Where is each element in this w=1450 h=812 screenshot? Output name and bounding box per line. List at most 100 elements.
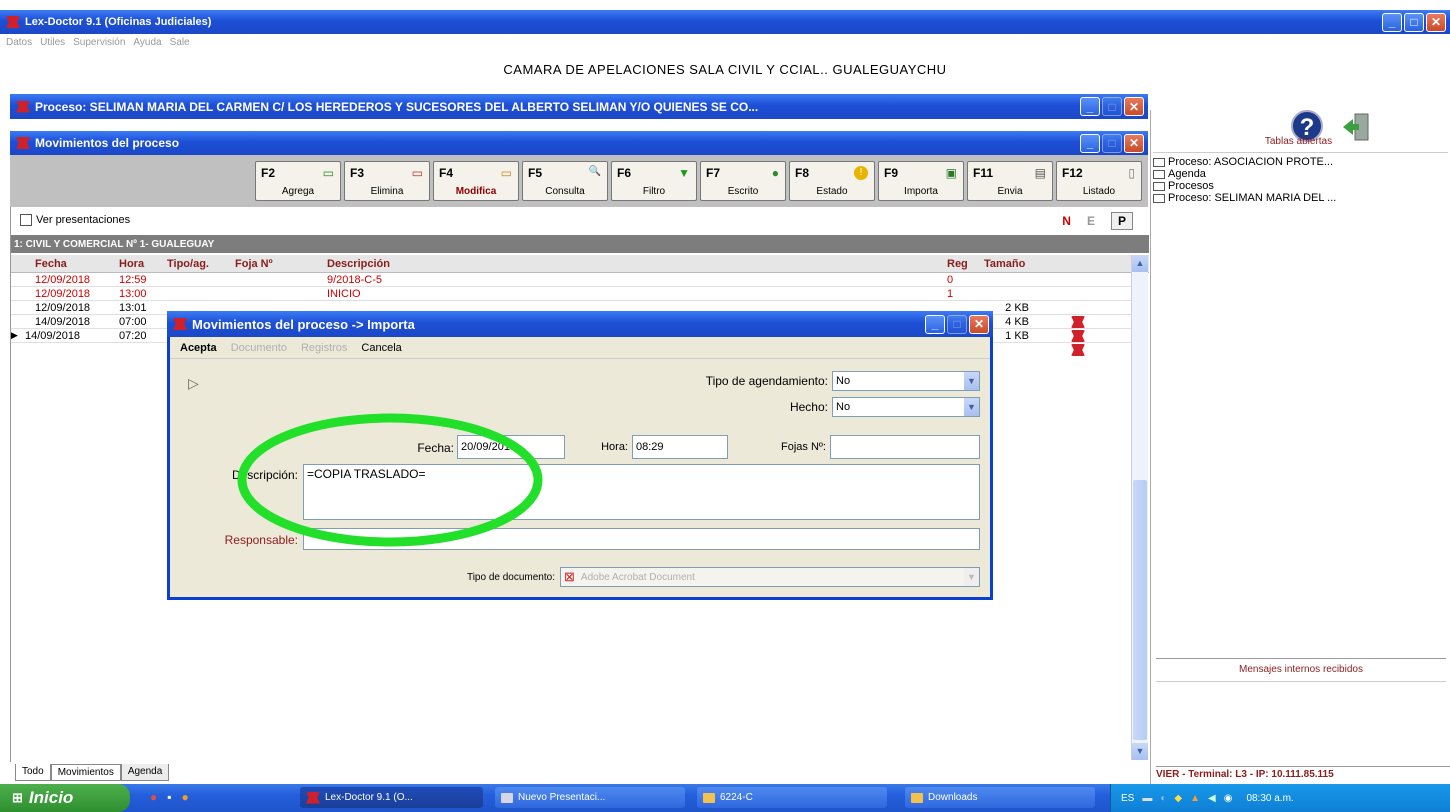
tipo-agendamiento-select[interactable]: No ▼ xyxy=(832,371,980,391)
f3-elimina-button[interactable]: F3 ▭ Elimina xyxy=(344,161,430,201)
f11-envia-button[interactable]: F11 ▤ Envia xyxy=(967,161,1053,201)
col-fecha[interactable]: Fecha xyxy=(21,258,116,270)
tab-todo[interactable]: Todo xyxy=(15,764,51,781)
select-value: No xyxy=(836,401,851,413)
maximize-button[interactable]: □ xyxy=(1404,12,1424,32)
f9-importa-button[interactable]: F9 ▣ Importa xyxy=(878,161,964,201)
col-foja[interactable]: Foja Nº xyxy=(232,258,324,270)
volume-icon[interactable]: ◀ xyxy=(1208,793,1216,804)
f7-escrito-button[interactable]: F7 ● Escrito xyxy=(700,161,786,201)
f2-agrega-button[interactable]: F2 ▭ Agrega xyxy=(255,161,341,201)
cell-fecha: 12/09/2018 xyxy=(35,287,91,300)
tipo-agendamiento-label: Tipo de agendamiento: xyxy=(705,374,828,388)
menu-supervision[interactable]: Supervisión xyxy=(73,37,125,48)
menu-cancela[interactable]: Cancela xyxy=(361,342,401,354)
fkey-caption: Estado xyxy=(816,186,848,197)
clock[interactable]: 08:30 a.m. xyxy=(1246,793,1293,804)
system-tray: ES ▬ ◐ ◆ ▲ ◀ ◉ 08:30 a.m. xyxy=(1110,784,1450,812)
f8-estado-button[interactable]: F8 ! Estado xyxy=(789,161,875,201)
tree-item-agenda[interactable]: Agenda xyxy=(1153,168,1448,180)
col-hora[interactable]: Hora xyxy=(116,258,164,270)
edit-doc-icon: ▭ xyxy=(500,166,512,180)
fkey-label: F6 xyxy=(617,166,632,180)
status-terminal: VIER - Terminal: L3 - IP: 10.111.85.115 xyxy=(1156,766,1450,782)
scroll-up-icon[interactable]: ▲ xyxy=(1132,255,1148,272)
browser-icon[interactable]: ● xyxy=(150,790,157,804)
minimize-button[interactable]: _ xyxy=(1382,12,1402,32)
tab-agenda[interactable]: Agenda xyxy=(120,764,170,781)
attachment-icon[interactable] xyxy=(1071,344,1085,356)
taskbar-item-lex-doctor[interactable]: Lex-Doctor 9.1 (O... xyxy=(300,787,483,808)
desktop-icon[interactable]: ▪ xyxy=(167,790,171,804)
scroll-down-icon[interactable]: ▼ xyxy=(1132,743,1148,760)
taskbar: ⊞ Inicio ● ▪ ● Lex-Doctor 9.1 (O... Nuev… xyxy=(0,784,1450,812)
tree-item-proceso-asociacion[interactable]: Proceso: ASOCIACION PROTE... xyxy=(1153,156,1448,168)
chevron-down-icon[interactable]: ▼ xyxy=(964,568,979,586)
table-row[interactable]: 12/09/2018 12:59 9/2018-C-5 0 xyxy=(11,273,1131,287)
hecho-select[interactable]: No ▼ xyxy=(832,397,980,417)
update-icon[interactable]: ▲ xyxy=(1190,793,1200,804)
close-button[interactable]: ✕ xyxy=(1426,12,1446,32)
taskbar-item-label: Lex-Doctor 9.1 (O... xyxy=(325,792,413,803)
menu-acepta[interactable]: Acepta xyxy=(180,342,217,354)
tipo-documento-select[interactable]: ⊠ Adobe Acrobat Document ▼ xyxy=(560,567,980,587)
media-icon[interactable]: ● xyxy=(182,790,189,804)
grid-header: Fecha Hora Tipo/ag. Foja Nº Descripción … xyxy=(11,255,1149,273)
movimientos-minimize-button[interactable]: _ xyxy=(1080,133,1100,153)
hora-field[interactable]: 08:29 xyxy=(632,435,728,459)
col-tamano[interactable]: Tamaño xyxy=(981,258,1059,270)
chevron-down-icon[interactable]: ▼ xyxy=(964,372,979,390)
language-indicator[interactable]: ES xyxy=(1121,793,1134,804)
tab-movimientos[interactable]: Movimientos xyxy=(50,764,121,781)
f5-consulta-button[interactable]: F5 🔍 Consulta xyxy=(522,161,608,201)
col-tipo[interactable]: Tipo/ag. xyxy=(164,258,232,270)
filter-icon: ▼ xyxy=(678,166,690,180)
tree-label: Proceso: ASOCIACION PROTE... xyxy=(1168,156,1334,168)
dialog-close-button[interactable]: ✕ xyxy=(969,314,989,334)
security-icon[interactable]: ◆ xyxy=(1174,793,1182,804)
movimientos-maximize-button[interactable]: □ xyxy=(1102,133,1122,153)
col-descripcion[interactable]: Descripción xyxy=(324,258,944,270)
dialog-minimize-button[interactable]: _ xyxy=(925,314,945,334)
filter-n[interactable]: N xyxy=(1062,214,1071,228)
tree-item-proceso-seliman[interactable]: Proceso: SELIMAN MARIA DEL ... xyxy=(1153,192,1448,204)
proceso-close-button[interactable]: ✕ xyxy=(1124,97,1144,116)
menu-utiles[interactable]: Utiles xyxy=(40,37,65,48)
network-icon[interactable]: ◐ xyxy=(1160,793,1166,804)
keyboard-icon[interactable]: ▬ xyxy=(1142,793,1152,804)
chevron-down-icon[interactable]: ▼ xyxy=(964,398,979,416)
start-button[interactable]: ⊞ Inicio xyxy=(0,784,130,812)
f4-modifica-button[interactable]: F4 ▭ Modifica xyxy=(433,161,519,201)
tray-app-icon[interactable]: ◉ xyxy=(1224,793,1233,804)
hecho-label: Hecho: xyxy=(789,400,828,414)
movimientos-close-button[interactable]: ✕ xyxy=(1124,133,1144,153)
magnifier-icon: 🔍 xyxy=(588,166,601,177)
movimientos-window-title: Movimientos del proceso xyxy=(35,136,180,150)
proceso-minimize-button[interactable]: _ xyxy=(1080,97,1100,116)
checkbox-box[interactable] xyxy=(20,214,32,226)
f6-filtro-button[interactable]: F6 ▼ Filtro xyxy=(611,161,697,201)
menu-datos[interactable]: Datos xyxy=(6,37,32,48)
add-doc-icon: ▭ xyxy=(322,166,334,180)
fojas-field[interactable] xyxy=(830,435,980,459)
scroll-thumb[interactable] xyxy=(1133,480,1147,740)
col-reg[interactable]: Reg xyxy=(944,258,981,270)
taskbar-item-6224c[interactable]: 6224-C xyxy=(697,787,887,808)
fkey-caption: Filtro xyxy=(642,186,666,197)
filter-p[interactable]: P xyxy=(1110,212,1133,230)
tree-item-procesos[interactable]: Procesos xyxy=(1153,180,1448,192)
dialog-maximize-button[interactable]: □ xyxy=(947,314,967,334)
menu-ayuda[interactable]: Ayuda xyxy=(133,37,161,48)
menu-registros[interactable]: Registros xyxy=(301,342,347,354)
filter-e[interactable]: E xyxy=(1087,214,1095,228)
f12-listado-button[interactable]: F12 ▯ Listado xyxy=(1056,161,1142,201)
proceso-maximize-button[interactable]: □ xyxy=(1102,97,1122,116)
table-row[interactable]: 12/09/2018 13:00 INICIO 1 xyxy=(11,287,1131,301)
taskbar-item-nuevo-presentacion[interactable]: Nuevo Presentaci... xyxy=(495,787,685,808)
taskbar-item-downloads[interactable]: Downloads xyxy=(905,787,1095,808)
folder-icon xyxy=(1153,181,1165,191)
vertical-scrollbar[interactable]: ▲ ▼ xyxy=(1131,255,1148,760)
ver-presentaciones-checkbox[interactable]: Ver presentaciones xyxy=(20,214,130,226)
menu-documento[interactable]: Documento xyxy=(231,342,287,354)
menu-sale[interactable]: Sale xyxy=(170,37,190,48)
